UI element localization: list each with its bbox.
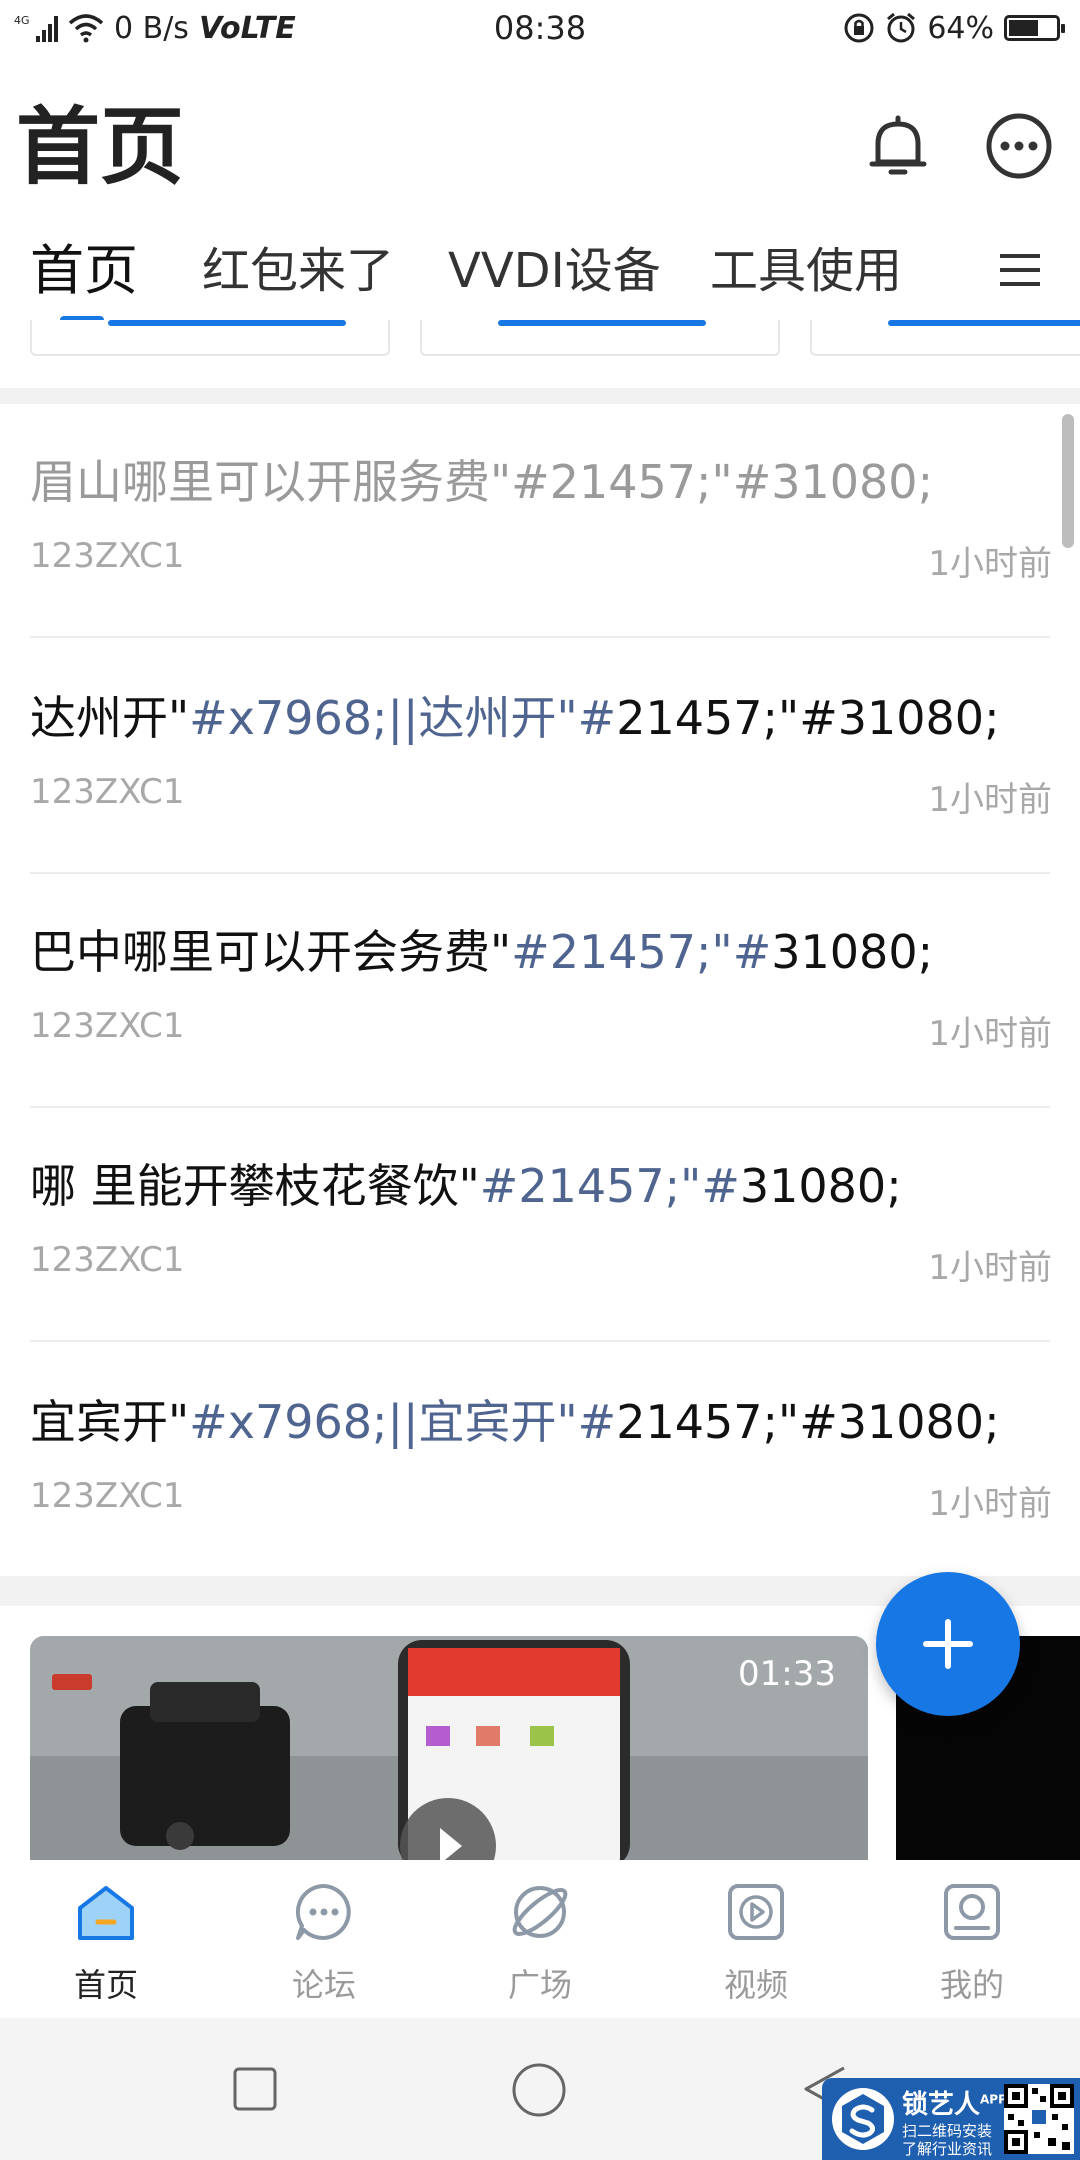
banner-card-bar [888, 320, 1080, 326]
tab-red-packet[interactable]: 红包来了 [202, 236, 394, 306]
qr-code [1004, 2084, 1074, 2154]
tab-home[interactable]: 首页 [30, 236, 138, 306]
list-item[interactable]: 眉山哪里可以开服务费"#21457;"#31080; 123ZXC1 1小时前 [0, 450, 1080, 600]
recent-apps-icon[interactable] [232, 2066, 278, 2112]
banner-card[interactable] [30, 320, 390, 356]
status-bar: 4G 0 B/s VoLTE 08:38 64% [0, 0, 1080, 56]
nav-profile[interactable]: 我的 [892, 1860, 1052, 2018]
post-author: 123ZXC1 [30, 1240, 185, 1280]
menu-icon[interactable] [998, 248, 1042, 292]
post-title: 宜宾开"#x7968;||宜宾开"#21457;"#31080; [30, 1395, 1000, 1449]
post-time: 1小时前 [928, 1248, 1052, 1288]
battery-percent: 64% [927, 10, 994, 46]
list-divider [30, 872, 1050, 874]
watermark-badge: 锁艺人APP 扫二维码安装 了解行业资讯 [822, 2078, 1080, 2160]
tab-tool-usage[interactable]: 工具使用 [710, 236, 902, 306]
nav-home-label: 首页 [73, 1966, 138, 2004]
nav-square-label: 广场 [507, 1966, 572, 2004]
list-scrollbar[interactable] [1062, 414, 1074, 548]
tab-vvdi-devices[interactable]: VVDI设备 [448, 236, 661, 306]
nav-forum[interactable]: 论坛 [244, 1860, 404, 2018]
post-time: 1小时前 [928, 1014, 1052, 1054]
post-title: 达州开"#x7968;||达州开"#21457;"#31080; [30, 691, 1000, 745]
bottom-nav: 首页 论坛 广场 视频 我的 [0, 1860, 1080, 2018]
list-item[interactable]: 达州开"#x7968;||达州开"#21457;"#31080; 123ZXC1… [0, 686, 1080, 836]
more-icon [986, 113, 1052, 179]
battery-icon [1004, 15, 1065, 41]
post-author: 123ZXC1 [30, 1006, 185, 1046]
home-button-icon[interactable] [511, 2062, 567, 2118]
plus-icon [923, 1619, 973, 1669]
more-button[interactable] [983, 110, 1055, 182]
list-item[interactable]: 宜宾开"#x7968;||宜宾开"#21457;"#31080; 123ZXC1… [0, 1390, 1080, 1540]
video-thumbnail[interactable]: 01:33 [30, 1636, 868, 1868]
alarm-icon [887, 12, 916, 43]
nav-profile-label: 我的 [939, 1966, 1004, 2004]
banner-card-bar [498, 320, 706, 326]
post-title: 巴中哪里可以开会务费"#21457;"#31080; [30, 925, 934, 979]
home-icon [78, 1886, 134, 1940]
watermark-logo-icon [832, 2088, 894, 2150]
nav-square[interactable]: 广场 [460, 1860, 620, 2018]
new-post-button[interactable] [876, 1572, 1020, 1716]
post-title: 哪 里能开攀枝花餐饮"#21457;"#31080; [30, 1159, 902, 1213]
section-separator [0, 388, 1080, 404]
nav-video[interactable]: 视频 [676, 1860, 836, 2018]
post-title: 眉山哪里可以开服务费"#21457;"#31080; [30, 455, 934, 509]
qr-code-image [1004, 2084, 1074, 2154]
banner-card-bar [108, 320, 346, 326]
bell-icon [869, 115, 927, 175]
post-author: 123ZXC1 [30, 1476, 185, 1516]
battery-level [1009, 20, 1039, 36]
nav-forum-label: 论坛 [291, 1966, 356, 2004]
planet-icon [512, 1886, 568, 1938]
notification-button[interactable] [862, 110, 934, 182]
watermark-name: 锁艺人APP [902, 2090, 1007, 2120]
banner-card[interactable] [810, 320, 1080, 356]
video-duration: 01:33 [738, 1654, 836, 1694]
nav-home[interactable]: 首页 [26, 1860, 186, 2018]
post-author: 123ZXC1 [30, 536, 185, 576]
post-author: 123ZXC1 [30, 772, 185, 812]
nav-video-label: 视频 [723, 1966, 788, 2004]
status-right: 64% [843, 6, 1065, 50]
list-item[interactable]: 巴中哪里可以开会务费"#21457;"#31080; 123ZXC1 1小时前 [0, 920, 1080, 1070]
forum-icon [295, 1883, 351, 1940]
profile-icon [944, 1884, 1000, 1940]
banner-card[interactable] [420, 320, 780, 356]
list-item[interactable]: 哪 里能开攀枝花餐饮"#21457;"#31080; 123ZXC1 1小时前 [0, 1154, 1080, 1304]
video-icon [728, 1884, 784, 1940]
post-time: 1小时前 [928, 1484, 1052, 1524]
list-divider [30, 636, 1050, 638]
list-divider [30, 1106, 1050, 1108]
category-tabs: 首页 红包来了 VVDI设备 工具使用 [0, 230, 1080, 324]
watermark-line-2: 了解行业资讯 [902, 2140, 993, 2158]
list-divider [30, 1340, 1050, 1342]
rotation-lock-icon [844, 13, 874, 43]
post-time: 1小时前 [928, 544, 1052, 584]
page-title: 首页 [16, 98, 185, 196]
post-time: 1小时前 [928, 780, 1052, 820]
